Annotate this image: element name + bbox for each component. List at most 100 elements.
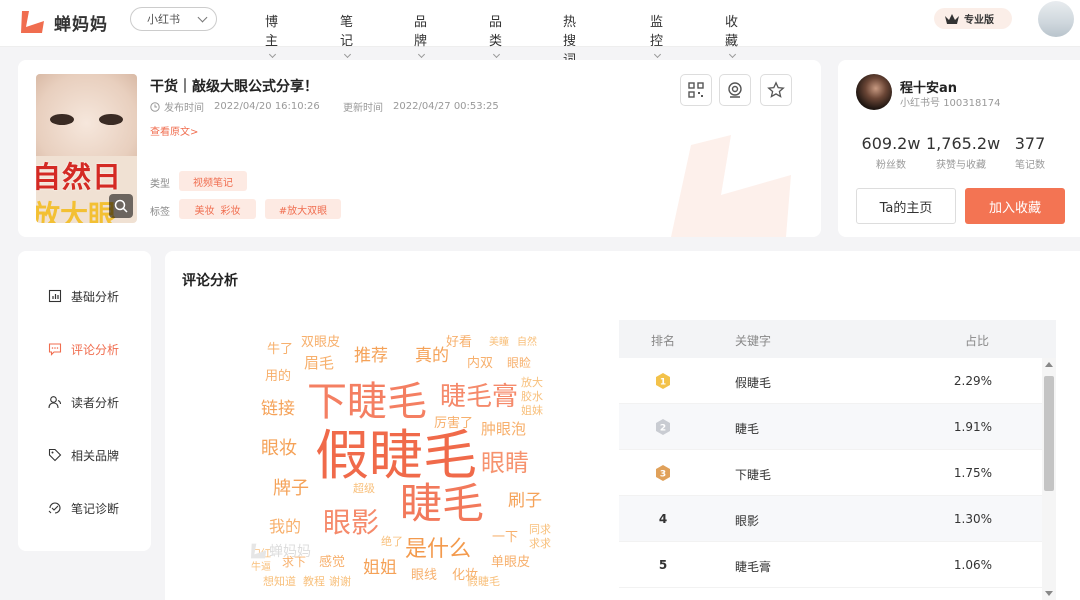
keyword-cell: 睫毛膏 (735, 560, 772, 574)
update-time-label: 更新时间 (343, 103, 383, 114)
wordcloud-word: 好看 (446, 335, 473, 350)
cover-eye-left (50, 114, 74, 125)
tag-icon (48, 448, 62, 462)
bar-chart-icon (48, 289, 62, 303)
author-home-button[interactable]: Ta的主页 (856, 188, 956, 224)
comment-icon (48, 343, 62, 356)
monitor-button[interactable] (719, 74, 751, 106)
nav-label: 品类 (489, 15, 503, 49)
nav-item-notes[interactable]: 笔记 (340, 11, 353, 64)
menu-label: 笔记诊断 (71, 501, 120, 516)
wordcloud-word: 链接 (261, 399, 295, 419)
rank-cell: 4 (658, 512, 668, 526)
wordcloud-word: 超级 (353, 482, 375, 495)
diagnosis-icon (48, 502, 61, 514)
wordcloud-word: 是什么 (405, 537, 472, 562)
svg-text:2: 2 (660, 424, 666, 434)
wordcloud-word: 自然 (517, 337, 537, 348)
update-time-value: 2022/04/27 00:53:25 (393, 101, 499, 112)
nav-item-favorites[interactable]: 收藏 (725, 11, 738, 64)
tags-label: 标签 (150, 207, 170, 218)
wordcloud-word: 一下 (492, 530, 519, 545)
platform-select[interactable]: 小红书 (130, 7, 217, 31)
scroll-down-arrow-icon[interactable] (1045, 591, 1053, 596)
table-row[interactable]: 5 睫毛膏 1.06% (619, 542, 1042, 588)
nav-label: 笔记 (340, 15, 354, 49)
menu-label: 读者分析 (71, 395, 120, 410)
ratio-cell: 1.30% (953, 512, 992, 526)
favorite-button[interactable] (760, 74, 792, 106)
wordcloud-watermark: 蝉妈妈 (249, 541, 311, 561)
top-nav-bar: 蝉妈妈 小红书 博主 笔记 品牌 品类 热搜词 监控 收藏 专业版 (0, 0, 1080, 78)
scroll-thumb[interactable] (1044, 376, 1054, 491)
tag-chip[interactable]: 美妆 彩妆 (179, 199, 256, 219)
gold-medal-icon: 1 (656, 373, 670, 389)
star-icon (767, 81, 785, 98)
author-avatar[interactable] (856, 74, 892, 110)
wordcloud-word: 推荐 (354, 346, 388, 366)
wordcloud-word: 谢谢 (329, 575, 351, 588)
wordcloud-word: 胶水 (521, 390, 543, 403)
search-icon (114, 199, 128, 213)
nav-item-brands[interactable]: 品牌 (414, 11, 427, 64)
note-info-card: 自然日 放大眼 干货｜敲级大眼公式分享！ 发布时间 2022/04/20 16:… (18, 60, 821, 237)
stat-likes: 1,765.2w 获赞与收藏 (926, 134, 1001, 171)
menu-item-related-brands[interactable]: 相关品牌 (18, 443, 151, 467)
wordcloud-word: 眼妆 (261, 438, 297, 459)
ratio-cell: 1.75% (953, 466, 992, 480)
chevron-down-icon (343, 50, 352, 59)
logo[interactable]: 蝉妈妈 (18, 7, 108, 37)
table-scrollbar[interactable] (1042, 358, 1056, 600)
table-row[interactable]: 1 假睫毛 2.29% (619, 358, 1042, 404)
table-row[interactable]: 3 下睫毛 1.75% (619, 450, 1042, 496)
pro-version-label: 专业版 (964, 15, 994, 26)
nav-item-monitor[interactable]: 监控 (650, 11, 663, 64)
menu-item-note-diagnosis[interactable]: 笔记诊断 (18, 496, 151, 520)
menu-item-reader-analysis[interactable]: 读者分析 (18, 390, 151, 414)
view-original-link[interactable]: 查看原文> (150, 123, 198, 138)
menu-label: 评论分析 (71, 342, 120, 357)
wordcloud-word: 眉毛 (304, 354, 335, 372)
wordcloud-word: 内双 (467, 356, 494, 371)
stat-notes: 377 笔记数 (1008, 134, 1052, 171)
type-label: 类型 (150, 179, 170, 190)
note-cover-image[interactable]: 自然日 放大眼 (36, 74, 137, 223)
scroll-up-arrow-icon[interactable] (1045, 362, 1053, 367)
brand-name: 蝉妈妈 (54, 14, 108, 35)
analysis-side-menu: 基础分析 评论分析 读者分析 相关品牌 笔记诊断 (18, 251, 151, 551)
cover-face (36, 74, 137, 156)
menu-label: 相关品牌 (71, 448, 120, 463)
table-row[interactable]: 2 睫毛 1.91% (619, 404, 1042, 450)
chevron-down-icon (197, 12, 208, 23)
column-header-rank: 排名 (651, 334, 676, 348)
cover-eye-right (99, 114, 123, 125)
user-avatar[interactable] (1038, 1, 1074, 37)
wordcloud-word: 肿眼泡 (481, 420, 527, 438)
platform-selected-value: 小红书 (147, 13, 180, 26)
chevron-down-icon (728, 50, 737, 59)
tag-chip[interactable]: #放大双眼 (265, 199, 341, 219)
pro-version-badge[interactable]: 专业版 (934, 8, 1012, 29)
menu-item-basic-analysis[interactable]: 基础分析 (18, 284, 151, 308)
wordcloud-word: 睫毛 (400, 479, 485, 528)
cover-caption-red: 自然日 (36, 160, 123, 194)
table-row[interactable]: 4 眼影 1.30% (619, 496, 1042, 542)
qr-code-button[interactable] (680, 74, 712, 106)
keyword-rank-table: 排名 关键字 占比 1 假睫毛 2.29% 2 睫毛 1.91% 3 下睫毛 1… (619, 320, 1056, 600)
update-time: 更新时间 2022/04/27 00:53:25 (343, 99, 499, 114)
users-icon (48, 396, 62, 409)
stat-value: 1,765.2w (926, 134, 1001, 153)
wordcloud-word: 睫毛膏 (440, 382, 519, 412)
zoom-button[interactable] (109, 194, 133, 218)
stat-label: 粉丝数 (876, 160, 906, 171)
wordcloud-word: 想知道 (263, 575, 296, 588)
wordcloud-word: 真的 (415, 346, 449, 366)
type-chip: 视频笔记 (179, 171, 247, 191)
add-favorite-button[interactable]: 加入收藏 (965, 188, 1065, 224)
nav-item-bloggers[interactable]: 博主 (265, 11, 278, 64)
wordcloud-word: 牛了 (267, 342, 294, 357)
wordcloud-word: 假睫毛 (315, 424, 477, 487)
menu-item-comment-analysis[interactable]: 评论分析 (18, 337, 151, 361)
author-id-label: 小红书号 (900, 98, 940, 109)
nav-item-categories[interactable]: 品类 (489, 11, 502, 64)
